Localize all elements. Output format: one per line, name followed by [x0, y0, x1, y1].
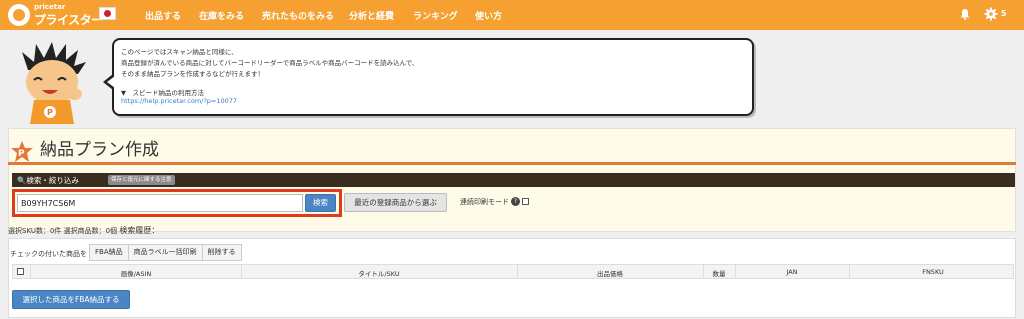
- pricetar-logo[interactable]: pricetar プライスター: [8, 3, 103, 27]
- bubble-text-line: 商品登録が済んでいる商品に対してバーコードリーダーで商品ラベルや商品バーコードを…: [121, 59, 419, 67]
- bulk-action-group: FBA納品 商品ラベル一括印刷 削除する: [89, 244, 242, 261]
- bubble-text-line: このページではスキャン納品と同様に、: [121, 48, 238, 56]
- column-header[interactable]: 画像/ASIN: [121, 268, 152, 278]
- column-header[interactable]: タイトル/SKU: [358, 268, 399, 278]
- selection-summary: 選択SKU数：0件 選択商品数：0個 検索履歴：: [8, 225, 159, 236]
- table-header: 画像/ASIN タイトル/SKU 出品価格 数量 JAN FNSKU: [12, 264, 1014, 279]
- svg-text:P: P: [47, 108, 53, 117]
- save-restore-note-badge[interactable]: 保存と復元に関する注意: [108, 175, 175, 185]
- badge-letter: P: [18, 149, 25, 159]
- print-mode-checkbox[interactable]: [522, 198, 529, 205]
- bell-icon[interactable]: [959, 8, 971, 20]
- nav-item-analytics[interactable]: 分析と経費: [349, 9, 394, 22]
- checked-items-label: チェックの付いた商品を: [10, 250, 87, 258]
- gear-icon[interactable]: [984, 7, 998, 21]
- search-button[interactable]: 検索: [305, 194, 336, 212]
- nav-item-sold[interactable]: 売れたものをみる: [262, 9, 334, 22]
- nav-item-listing[interactable]: 出品する: [145, 9, 181, 22]
- settings-count: 5: [1001, 9, 1007, 18]
- fba-delivery-button[interactable]: FBA納品: [89, 244, 129, 261]
- top-navbar: pricetar プライスター 出品する 在庫をみる 売れたものをみる 分析と経…: [0, 0, 1024, 30]
- search-icon: 🔍: [17, 176, 27, 185]
- select-all-checkbox[interactable]: [17, 268, 24, 275]
- japan-flag-icon[interactable]: [99, 7, 116, 20]
- bubble-method-label: ▼ スピード納品の利用方法: [121, 89, 204, 97]
- column-header[interactable]: FNSKU: [922, 268, 944, 276]
- mascot-illustration: P: [22, 42, 86, 124]
- selected-item-count: 選択商品数：0個: [63, 227, 118, 235]
- filter-label-text: 検索・絞り込み: [26, 176, 79, 185]
- column-header[interactable]: 数量: [713, 268, 726, 278]
- nav-item-ranking[interactable]: ランキング: [413, 9, 458, 22]
- mascot-logo-icon: [8, 4, 30, 26]
- logo-small-text: pricetar: [34, 3, 66, 11]
- page-title: 納品プラン作成: [40, 140, 159, 160]
- print-mode-label: 連続印刷モード: [460, 198, 509, 206]
- info-bubble: このページではスキャン納品と同様に、 商品登録が済んでいる商品に対してバーコード…: [103, 38, 754, 116]
- column-header[interactable]: 出品価格: [597, 268, 623, 278]
- filter-section-label: 🔍検索・絞り込み: [17, 175, 79, 186]
- bulk-label-print-button[interactable]: 商品ラベル一括印刷: [127, 244, 203, 261]
- search-filter-bar: 🔍検索・絞り込み 保存と復元に関する注意: [12, 173, 1015, 187]
- search-history-label: 検索履歴：: [119, 226, 160, 235]
- recent-items-button[interactable]: 最近の登録商品から選ぶ: [344, 193, 447, 212]
- bubble-text-line: そのまま納品プランを作成するなどが行えます！: [121, 70, 264, 78]
- delete-button[interactable]: 削除する: [201, 244, 242, 261]
- nav-item-inventory[interactable]: 在庫をみる: [199, 9, 244, 22]
- selected-sku-count: 選択SKU数：0件: [8, 227, 62, 235]
- help-icon[interactable]: ?: [511, 197, 520, 206]
- nav-item-howto[interactable]: 使い方: [475, 9, 502, 22]
- search-input[interactable]: [17, 194, 303, 212]
- logo-text: プライスター: [34, 13, 103, 27]
- submit-fba-delivery-button[interactable]: 選択した商品をFBA納品する: [12, 290, 130, 309]
- title-divider: [8, 162, 1016, 165]
- help-link[interactable]: https://help.pricetar.com/?p=10077: [121, 97, 237, 105]
- column-header[interactable]: JAN: [786, 268, 797, 276]
